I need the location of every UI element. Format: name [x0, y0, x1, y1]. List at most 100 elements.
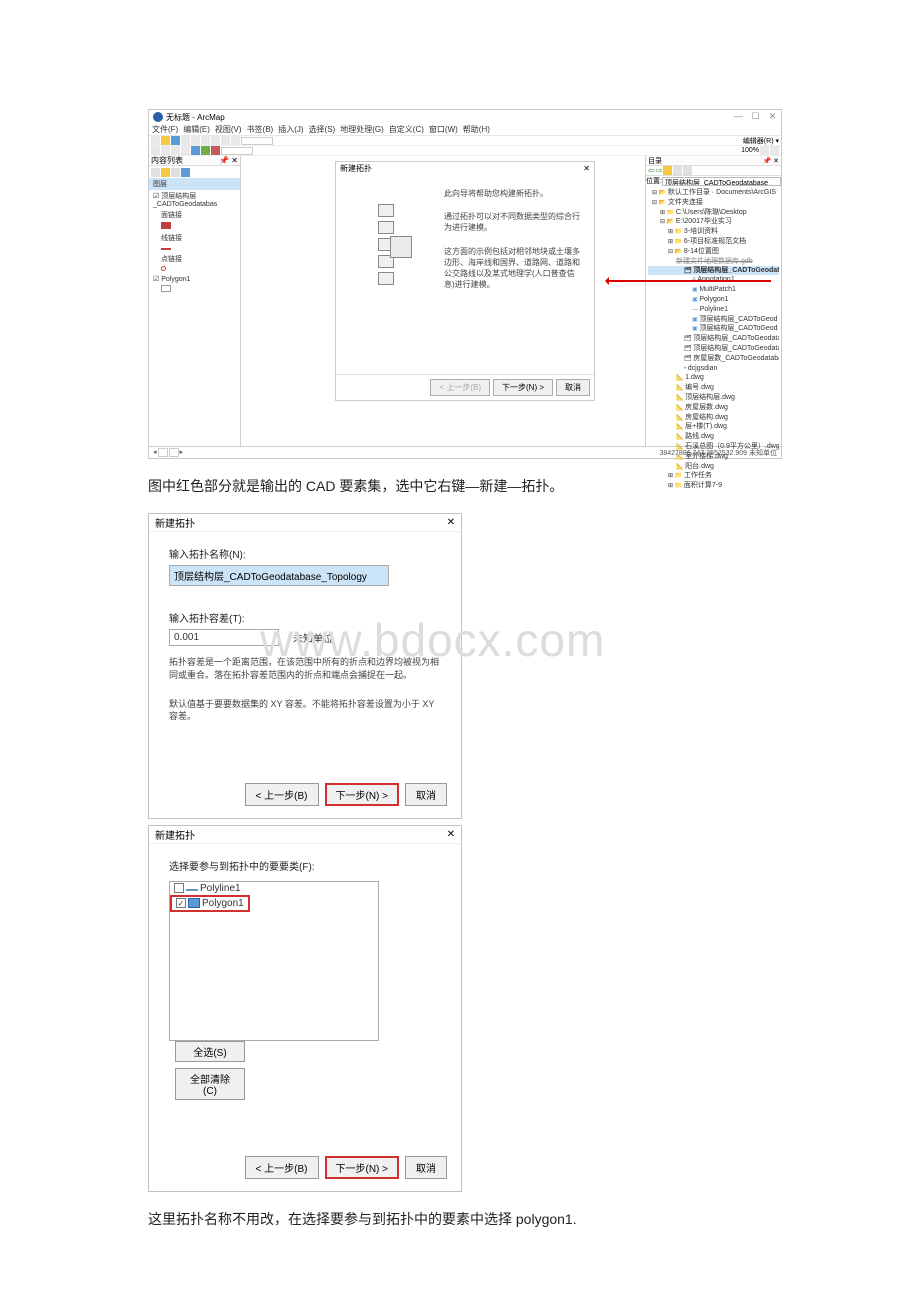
- poly-layer[interactable]: 面链接: [149, 209, 240, 221]
- dlg2-prev-button[interactable]: < 上一步(B): [245, 1156, 319, 1179]
- feature-class-list[interactable]: Polyline1 ✓ Polygon1: [169, 881, 379, 1041]
- dataset-item[interactable]: ☑ 顶层结构层_CADToGeodatabas: [149, 190, 240, 209]
- menu-file[interactable]: 文件(F): [152, 124, 178, 135]
- list-by-visibility-icon[interactable]: [171, 168, 180, 177]
- tree-geod1[interactable]: 顶层结构层_CADToGeod: [648, 315, 779, 325]
- dlg1-prev-button[interactable]: < 上一步(B): [245, 783, 319, 806]
- menu-custom[interactable]: 自定义(C): [389, 124, 424, 135]
- tree-dataset-selected[interactable]: 顶层结构层_CADToGeodata: [648, 266, 779, 276]
- point-layer[interactable]: 点链接: [149, 253, 240, 265]
- paste-icon[interactable]: [211, 136, 220, 145]
- scale-input[interactable]: [241, 137, 273, 145]
- open-icon[interactable]: [161, 136, 170, 145]
- zoom-in-icon[interactable]: [151, 146, 160, 155]
- tree-6[interactable]: 6-项目标准规范文档: [648, 237, 779, 247]
- menu-geoproc[interactable]: 地理处理(G): [340, 124, 384, 135]
- zoom-out-icon[interactable]: [161, 146, 170, 155]
- layers-root[interactable]: 图层: [149, 178, 240, 190]
- list-by-drawing-icon[interactable]: [151, 168, 160, 177]
- tree-calc[interactable]: 面积计算7-9: [648, 481, 779, 491]
- catalog-pin-icon[interactable]: 📌 ✕: [762, 157, 779, 165]
- maximize-button[interactable]: ☐: [747, 110, 764, 122]
- tree-dwg6[interactable]: 层+楼(T).dwg: [648, 422, 779, 432]
- tree-dwg2[interactable]: 编号.dwg: [648, 383, 779, 393]
- new-icon[interactable]: [151, 136, 160, 145]
- tolerance-input[interactable]: 0.001: [169, 629, 279, 646]
- tree-data1[interactable]: 顶层结构层_CADToGeodata: [648, 334, 779, 344]
- undo-icon[interactable]: [221, 136, 230, 145]
- catalog-icon[interactable]: [770, 146, 779, 155]
- dlg2-next-button[interactable]: 下一步(N) >: [325, 1156, 400, 1179]
- menu-help[interactable]: 帮助(H): [463, 124, 490, 135]
- toc-pin-icon[interactable]: 📌 ✕: [219, 156, 238, 165]
- back-icon[interactable]: ⇦: [648, 166, 655, 175]
- tree-folderconn[interactable]: 文件夹连接: [648, 198, 779, 208]
- tree-dcj[interactable]: dcjgsdian: [648, 364, 779, 374]
- select-all-button[interactable]: 全选(S): [175, 1041, 245, 1062]
- tree-814[interactable]: 8-14位置图: [648, 247, 779, 257]
- tree-cusers[interactable]: C:\Users\陈璐\Desktop: [648, 208, 779, 218]
- clear-all-button[interactable]: 全部清除(C): [175, 1068, 245, 1100]
- toolbox-icon[interactable]: [760, 146, 769, 155]
- list-by-source-icon[interactable]: [161, 168, 170, 177]
- refresh-icon[interactable]: [683, 166, 692, 175]
- tree-3[interactable]: 3-培训资料: [648, 227, 779, 237]
- menu-insert[interactable]: 插入(J): [278, 124, 303, 135]
- dlg2-cancel-button[interactable]: 取消: [405, 1156, 447, 1179]
- fc-polygon-item[interactable]: ✓ Polygon1: [172, 897, 248, 910]
- tree-dwg1[interactable]: 1.dwg: [648, 373, 779, 383]
- tree-pl1[interactable]: Polyline1: [648, 305, 779, 315]
- menu-select[interactable]: 选择(S): [309, 124, 336, 135]
- location-input[interactable]: 顶层结构层_CADToGeodatabase: [662, 177, 781, 186]
- line-layer[interactable]: 线链接: [149, 232, 240, 244]
- scale-input-2[interactable]: [221, 147, 253, 155]
- redo-icon[interactable]: [231, 136, 240, 145]
- scroll-right[interactable]: ▸: [180, 448, 184, 457]
- tree-dwg4[interactable]: 房屋层数.dwg: [648, 403, 779, 413]
- menubar[interactable]: 文件(F) 编辑(E) 视图(V) 书签(B) 插入(J) 选择(S) 地理处理…: [149, 124, 781, 136]
- menu-view[interactable]: 视图(V): [215, 124, 242, 135]
- tree-pg1[interactable]: Polygon1: [648, 295, 779, 305]
- clear-icon[interactable]: [211, 146, 220, 155]
- save-icon[interactable]: [171, 136, 180, 145]
- tree-geod2[interactable]: 顶层结构层_CADToGeod: [648, 324, 779, 334]
- print-icon[interactable]: [181, 136, 190, 145]
- tree-dwg3[interactable]: 顶层结构层.dwg: [648, 393, 779, 403]
- dlg1-cancel-button[interactable]: 取消: [405, 783, 447, 806]
- tree-dwg10[interactable]: 阳台.dwg: [648, 462, 779, 472]
- polyline-checkbox[interactable]: [174, 883, 184, 893]
- tree-task[interactable]: 工作任务: [648, 471, 779, 481]
- data-view-tab[interactable]: [158, 448, 168, 457]
- tree-dwg7[interactable]: 路线.dwg: [648, 432, 779, 442]
- minimize-button[interactable]: —: [730, 110, 747, 122]
- dlg1-close-icon[interactable]: ✕: [447, 517, 455, 528]
- up-icon[interactable]: [663, 166, 672, 175]
- tree-hb[interactable]: 房屋层数_CADToGeodataba: [648, 354, 779, 364]
- identify-icon[interactable]: [191, 146, 200, 155]
- tree-eproj[interactable]: E:\20017毕业实习: [648, 217, 779, 227]
- menu-bookmarks[interactable]: 书签(B): [247, 124, 274, 135]
- tree-data2[interactable]: 顶层结构层_CADToGeodata: [648, 344, 779, 354]
- pan-icon[interactable]: [171, 146, 180, 155]
- cut-icon[interactable]: [191, 136, 200, 145]
- full-extent-icon[interactable]: [181, 146, 190, 155]
- menu-window[interactable]: 窗口(W): [429, 124, 458, 135]
- connect-icon[interactable]: [673, 166, 682, 175]
- tree-gdb[interactable]: 新建文件地理数据库.gdb: [648, 257, 779, 266]
- polygon1-layer[interactable]: ☑ Polygon1: [149, 274, 240, 284]
- wizard-next-button[interactable]: 下一步(N) >: [493, 379, 553, 396]
- scroll-left[interactable]: ◂: [153, 448, 157, 457]
- wizard-cancel-button[interactable]: 取消: [556, 379, 590, 396]
- layout-view-tab[interactable]: [169, 448, 179, 457]
- editor-dropdown[interactable]: 编辑器(R) ▾: [743, 136, 779, 146]
- topology-name-input[interactable]: 顶层结构层_CADToGeodatabase_Topology: [169, 565, 389, 586]
- menu-edit[interactable]: 编辑(E): [183, 124, 210, 135]
- polygon-checkbox[interactable]: ✓: [176, 898, 186, 908]
- tree-default[interactable]: 默认工作目录 · Documents\ArcGIS: [648, 188, 779, 198]
- dlg1-next-button[interactable]: 下一步(N) >: [325, 783, 400, 806]
- map-canvas[interactable]: 单击这里可以打开目录 新建拓扑 ✕ 此向导将帮: [241, 156, 645, 446]
- tree-dwg5[interactable]: 房屋结构.dwg: [648, 413, 779, 423]
- select-icon[interactable]: [201, 146, 210, 155]
- close-button[interactable]: ✕: [764, 110, 781, 122]
- wizard-close-icon[interactable]: ✕: [583, 164, 590, 173]
